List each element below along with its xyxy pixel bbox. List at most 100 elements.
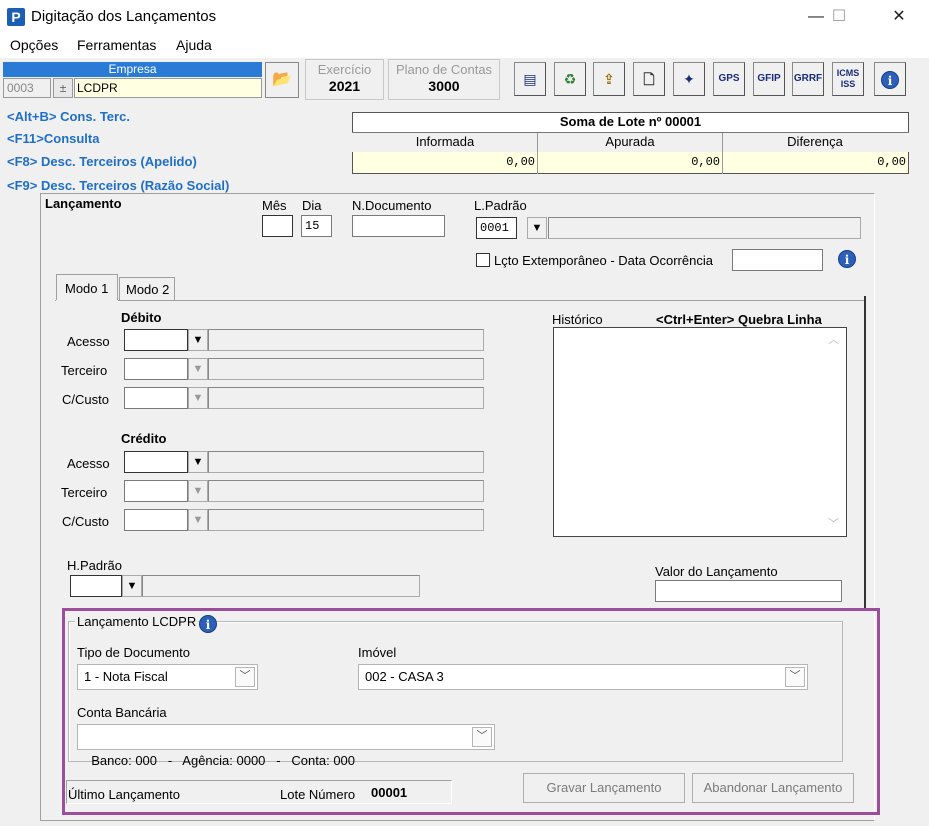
debito-ccusto-input[interactable]	[124, 387, 188, 409]
imovel-select[interactable]: 002 - CASA 3	[358, 664, 808, 690]
chevron-down-icon: ▼	[192, 392, 204, 404]
gravar-lancamento-button[interactable]: Gravar Lançamento	[523, 773, 685, 803]
lpadrao-input[interactable]: 0001	[476, 217, 517, 239]
soma-lote-title: Soma de Lote nº 00001	[559, 114, 702, 129]
soma-header-diferenca: Diferença	[787, 134, 843, 149]
data-ocorrencia-input[interactable]	[732, 249, 823, 271]
hpadrao-input[interactable]	[70, 575, 122, 597]
lcdpr-group-label: Lançamento LCDPR	[75, 614, 199, 629]
debito-acesso-label: Acesso	[67, 334, 110, 349]
tab-panel-top	[55, 300, 865, 301]
menu-ferramentas[interactable]: Ferramentas	[77, 37, 156, 53]
imovel-label: Imóvel	[358, 645, 397, 660]
tipo-documento-select[interactable]: 1 - Nota Fiscal	[77, 664, 258, 690]
credito-ccusto-dropdown[interactable]: ▼	[188, 509, 208, 531]
plano-value: 3000	[428, 78, 460, 94]
debito-acesso-input[interactable]	[124, 329, 188, 351]
historico-textarea[interactable]	[553, 327, 847, 537]
credito-ccusto-description	[208, 509, 484, 531]
window-title: Digitação dos Lançamentos	[31, 8, 217, 25]
lpadrao-label: L.Padrão	[474, 198, 527, 213]
chevron-down-icon: ▼	[192, 334, 204, 346]
imovel-dropdown[interactable]: ﹀	[785, 667, 805, 687]
lpadrao-dropdown-button[interactable]: ▼	[527, 217, 547, 239]
report-button[interactable]: ▤	[514, 62, 546, 96]
chevron-down-icon: ﹀	[239, 670, 251, 682]
credito-acesso-dropdown[interactable]: ▼	[188, 451, 208, 473]
chevron-down-icon: ▼	[192, 514, 204, 526]
empresa-spinner[interactable]: ±	[53, 78, 73, 98]
extemporaneo-label: Lçto Extemporâneo - Data Ocorrência	[494, 253, 713, 268]
valor-input[interactable]	[655, 580, 842, 602]
info-button[interactable]: i	[874, 62, 906, 96]
info-icon[interactable]: i	[838, 250, 856, 268]
tab-modo-2-label: Modo 2	[126, 282, 170, 297]
folder-icon: 📂	[272, 71, 292, 88]
gfip-button[interactable]: GFIP	[753, 62, 785, 96]
tab-underline	[118, 300, 175, 301]
maximize-button[interactable]: ☐	[816, 0, 862, 34]
chevron-down-icon: ▼	[126, 580, 138, 592]
debito-terceiro-dropdown[interactable]: ▼	[188, 358, 208, 380]
tab-active-gap	[56, 300, 118, 301]
tipo-documento-label: Tipo de Documento	[77, 645, 190, 660]
chevron-down-icon: ﹀	[476, 730, 488, 742]
icms-iss-button[interactable]: ICMS ISS	[832, 62, 864, 96]
menu-ajuda[interactable]: Ajuda	[176, 37, 212, 53]
abandonar-lancamento-button[interactable]: Abandonar Lançamento	[692, 773, 854, 803]
hpadrao-dropdown[interactable]: ▼	[122, 575, 142, 597]
debito-acesso-description	[208, 329, 484, 351]
dia-input[interactable]: 15	[301, 215, 332, 237]
grrf-button[interactable]: GRRF	[792, 62, 824, 96]
credito-ccusto-input[interactable]	[124, 509, 188, 531]
export-button[interactable]: ⇪	[593, 62, 625, 96]
settings-button[interactable]: ✦	[673, 62, 705, 96]
scroll-up-icon[interactable]: ︿	[828, 331, 839, 347]
credito-terceiro-dropdown[interactable]: ▼	[188, 480, 208, 502]
ndoc-input[interactable]	[352, 215, 445, 237]
debito-title: Débito	[121, 310, 162, 325]
empresa-header: Empresa	[3, 62, 262, 77]
info-icon[interactable]: i	[199, 615, 217, 633]
chevron-down-icon: ▼	[531, 222, 543, 234]
extemporaneo-checkbox[interactable]	[476, 253, 490, 267]
lpadrao-description	[548, 217, 861, 239]
historico-label: Histórico	[552, 312, 603, 327]
exercicio-box: Exercício 2021	[305, 59, 384, 100]
menu-opcoes[interactable]: Opções	[10, 37, 58, 53]
conta-bancaria-label: Conta Bancária	[77, 705, 167, 720]
credito-ccusto-label: C/Custo	[62, 514, 109, 529]
imovel-value: 002 - CASA 3	[365, 669, 444, 684]
empresa-code-field[interactable]: 0003	[3, 78, 51, 98]
tab-modo-1[interactable]: Modo 1	[56, 274, 118, 301]
conta-bancaria-dropdown[interactable]: ﹀	[472, 727, 492, 747]
credito-terceiro-input[interactable]	[124, 480, 188, 502]
credito-acesso-input[interactable]	[124, 451, 188, 473]
empresa-name-field: LCDPR	[74, 78, 262, 98]
close-button[interactable]: ✕	[876, 0, 922, 34]
mes-input[interactable]	[262, 215, 293, 237]
scroll-down-icon[interactable]: ﹀	[828, 515, 839, 531]
lote-numero-label: Lote Número	[280, 787, 356, 802]
recycle-icon: ♻	[563, 71, 577, 87]
new-page-button[interactable]: 🗋	[633, 62, 665, 96]
plano-box: Plano de Contas 3000	[388, 59, 500, 100]
recycle-button[interactable]: ♻	[554, 62, 586, 96]
debito-ccusto-dropdown[interactable]: ▼	[188, 387, 208, 409]
tab-modo-1-label: Modo 1	[65, 281, 109, 296]
soma-header-informada: Informada	[415, 134, 475, 149]
chevron-down-icon: ▼	[192, 363, 204, 375]
shortcut-desc-razao: <F9> Desc. Terceiros (Razão Social)	[7, 178, 230, 193]
conta-bancaria-select[interactable]: Banco: 000 - Agência: 0000 - Conta: 000	[77, 724, 495, 768]
tab-modo-2[interactable]: Modo 2	[119, 277, 175, 300]
debito-terceiro-input[interactable]	[124, 358, 188, 380]
ndoc-label: N.Documento	[352, 198, 432, 213]
credito-acesso-description	[208, 451, 484, 473]
chevron-down-icon: ▼	[192, 456, 204, 468]
open-folder-button[interactable]: 📂	[265, 62, 299, 98]
gps-button[interactable]: GPS	[713, 62, 745, 96]
tipo-documento-dropdown[interactable]: ﹀	[235, 667, 255, 687]
debito-terceiro-description	[208, 358, 484, 380]
debito-acesso-dropdown[interactable]: ▼	[188, 329, 208, 351]
lancamento-section-label: Lançamento	[45, 196, 122, 211]
